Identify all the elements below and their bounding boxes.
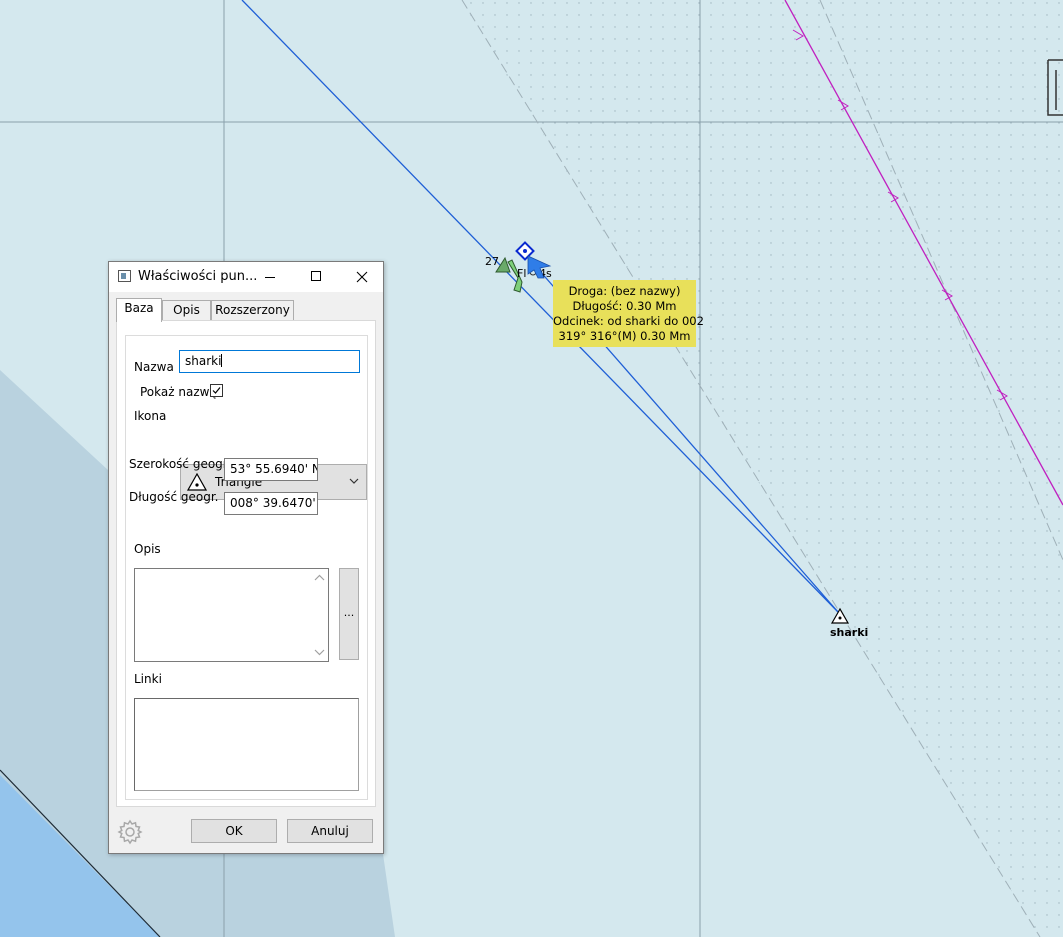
tooltip-segment: Odcinek: od sharki do 002 bbox=[553, 314, 704, 328]
triangle-icon bbox=[187, 473, 207, 491]
gear-icon[interactable] bbox=[117, 819, 143, 845]
checkmark-icon bbox=[212, 387, 221, 394]
name-label: Nazwa bbox=[134, 360, 174, 374]
text-caret bbox=[221, 354, 223, 367]
light-character-label: Fl bbox=[517, 267, 526, 280]
cancel-button[interactable]: Anuluj bbox=[287, 819, 373, 843]
route-tooltip: Droga: (bez nazwy) Długość: 0.30 Mm Odci… bbox=[553, 280, 704, 347]
name-input[interactable]: sharki bbox=[179, 350, 360, 373]
tab-panel-baza: Nazwa sharki Pokaż nazwę Ikona Triangle … bbox=[116, 320, 376, 807]
icon-label: Ikona bbox=[134, 409, 167, 423]
waypoint-properties-dialog: Właściwości pun... Baza Opis Rozszerzony… bbox=[108, 261, 384, 854]
latitude-input[interactable]: 53° 55.6940' N bbox=[224, 458, 318, 481]
tooltip-bearing-distance: 319° 316°(M) 0.30 Mm bbox=[558, 329, 691, 343]
title-bar[interactable]: Właściwości pun... bbox=[109, 262, 383, 292]
longitude-input[interactable]: 008° 39.6470' E bbox=[224, 492, 318, 515]
tab-rozszerzony[interactable]: Rozszerzony bbox=[211, 300, 294, 320]
tab-opis[interactable]: Opis bbox=[162, 300, 211, 320]
tab-baza[interactable]: Baza bbox=[116, 298, 162, 322]
scroll-up-icon bbox=[314, 574, 325, 581]
waypoint-label[interactable]: sharki bbox=[830, 626, 868, 639]
description-scrollbar[interactable] bbox=[311, 569, 328, 661]
longitude-label: Długość geogr. bbox=[129, 490, 219, 504]
latitude-label: Szerokość geogr. bbox=[129, 457, 231, 471]
tooltip-route-name: Droga: (bez nazwy) bbox=[568, 284, 681, 298]
close-button[interactable] bbox=[339, 262, 385, 292]
tooltip-route-length: Długość: 0.30 Mm bbox=[572, 299, 677, 313]
minimize-button[interactable] bbox=[247, 262, 293, 292]
name-value: sharki bbox=[185, 354, 222, 368]
description-textarea[interactable] bbox=[134, 568, 329, 662]
ok-button[interactable]: OK bbox=[191, 819, 277, 843]
chevron-down-icon bbox=[349, 478, 359, 484]
links-list[interactable] bbox=[134, 698, 359, 791]
links-label: Linki bbox=[134, 672, 162, 686]
description-label: Opis bbox=[134, 542, 161, 556]
scroll-down-icon bbox=[314, 649, 325, 656]
show-name-label: Pokaż nazwę bbox=[140, 385, 217, 399]
window-app-icon bbox=[118, 270, 131, 282]
show-name-checkbox[interactable] bbox=[210, 384, 223, 397]
depth-label: 27 bbox=[485, 255, 499, 268]
maximize-button[interactable] bbox=[293, 262, 339, 292]
close-icon bbox=[356, 271, 368, 283]
description-edit-button[interactable]: ... bbox=[339, 568, 359, 660]
dialog-title: Właściwości pun... bbox=[138, 269, 258, 284]
